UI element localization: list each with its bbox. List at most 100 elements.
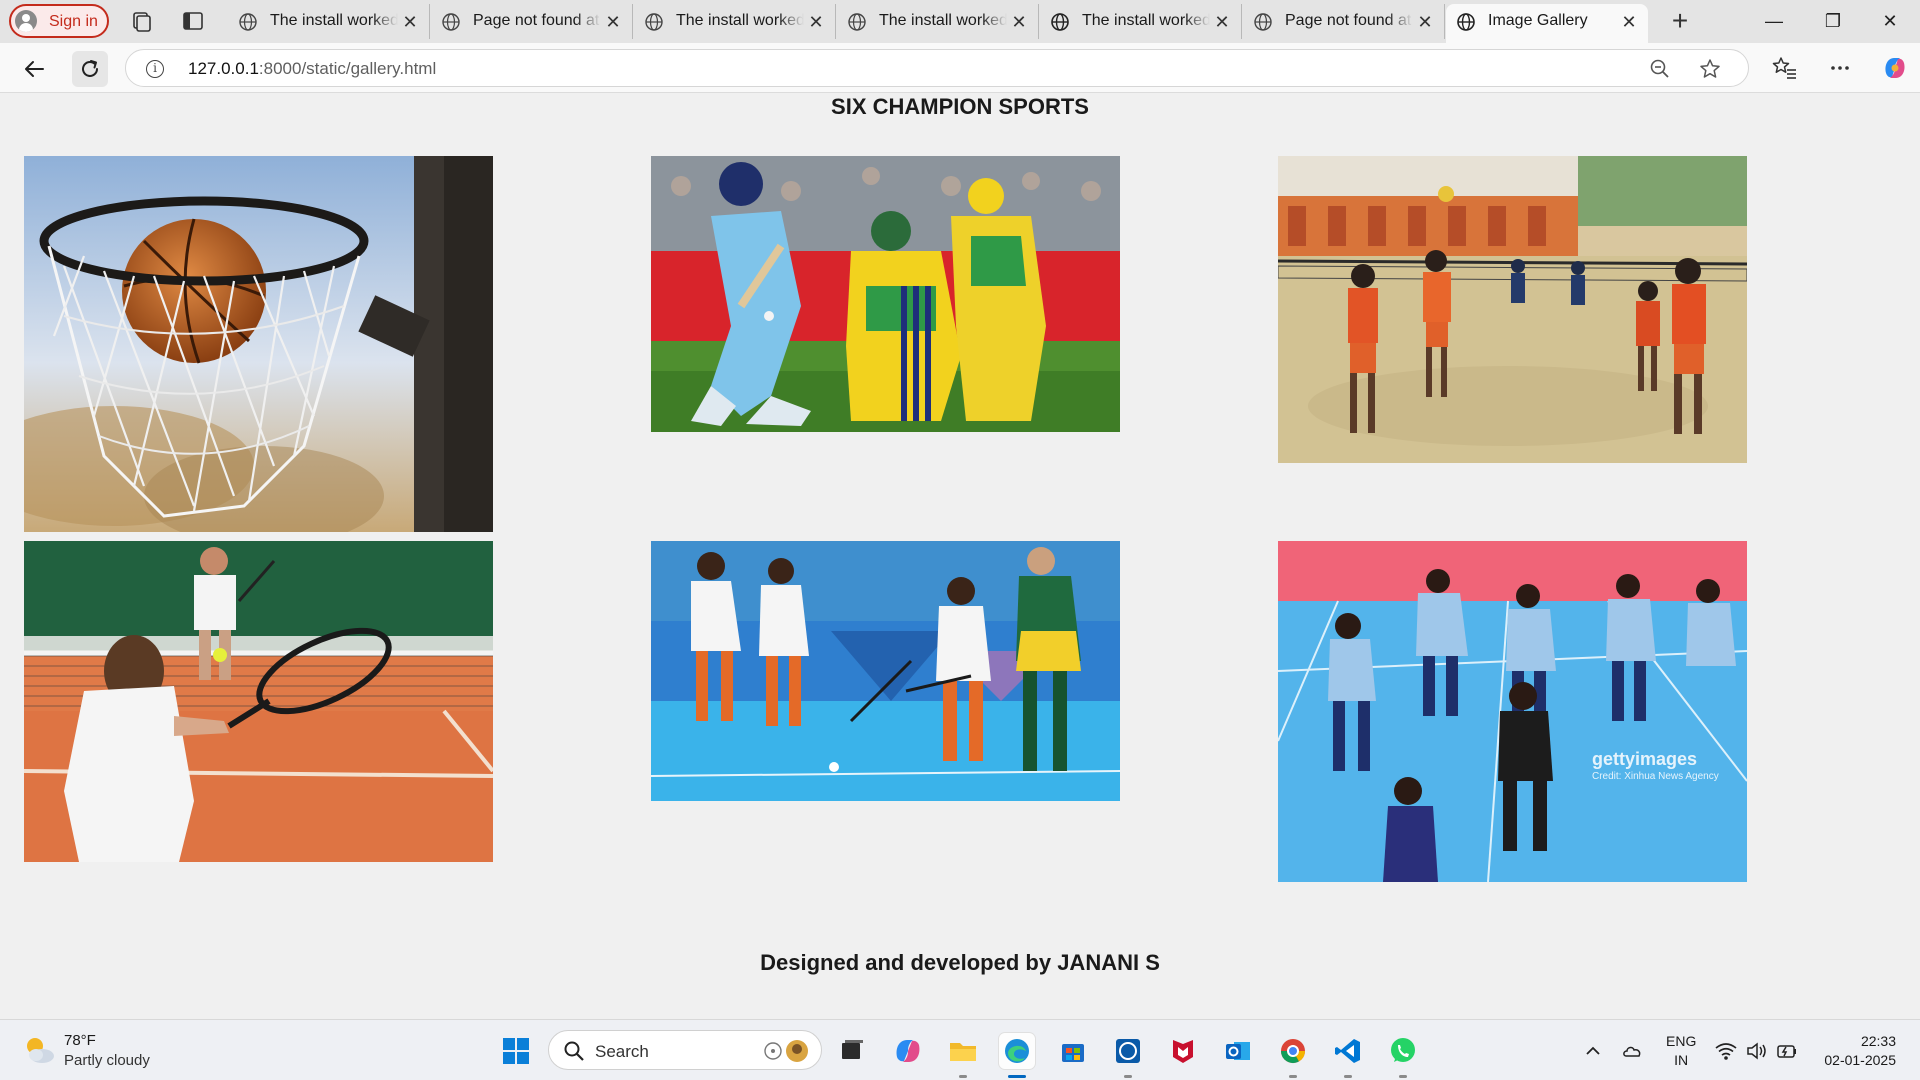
whatsapp-button[interactable] (1385, 1033, 1421, 1069)
vscode-icon (1335, 1039, 1360, 1063)
weather-desc[interactable]: Partly cloudy (64, 1052, 150, 1069)
tab-actions-icon[interactable] (181, 9, 205, 33)
tennis-image (24, 541, 493, 862)
globe-icon (1254, 13, 1272, 31)
close-tab-icon[interactable]: ✕ (1414, 11, 1436, 33)
zoom-out-icon[interactable] (1648, 57, 1672, 81)
tab-1[interactable]: Page not found at / ✕ (431, 4, 633, 39)
page-title: SIX CHAMPION SPORTS (831, 94, 1089, 119)
language-indicator[interactable]: ENG IN (1666, 1032, 1696, 1070)
favorite-star-icon[interactable] (1698, 57, 1722, 81)
basketball-image (24, 156, 493, 532)
cloud-sync-icon (1623, 1046, 1641, 1057)
partly-cloudy-icon[interactable] (22, 1033, 56, 1067)
chrome-icon (1281, 1039, 1305, 1064)
copilot-icon (896, 1040, 920, 1062)
restore-button[interactable]: ❐ (1805, 0, 1861, 43)
footer-credit: Designed and developed by JANANI S (760, 950, 1160, 975)
tab-3[interactable]: The install worked successfully! ✕ (837, 4, 1039, 39)
globe-icon (239, 13, 257, 31)
favorites-button[interactable] (1770, 53, 1800, 83)
copilot-button[interactable] (1880, 53, 1910, 83)
address-bar-row: i 127.0.0.1:8000/static/gallery.html (0, 43, 1920, 93)
dell-icon (1116, 1039, 1140, 1063)
tab-title: The install worked successfully! (270, 12, 398, 29)
mcafee-button[interactable] (1165, 1033, 1201, 1069)
tab-6-active[interactable]: Image Gallery ✕ (1446, 4, 1648, 43)
back-arrow-icon (25, 61, 44, 77)
battery-charging-icon (1777, 1045, 1796, 1058)
weather-temp[interactable]: 78°F (64, 1032, 96, 1049)
copilot-app-button[interactable] (890, 1033, 926, 1069)
battery-button[interactable] (1774, 1038, 1800, 1064)
taskbar-search[interactable]: Search (548, 1030, 822, 1070)
close-tab-icon[interactable]: ✕ (399, 11, 421, 33)
file-explorer-button[interactable] (945, 1033, 981, 1069)
close-tab-icon[interactable]: ✕ (805, 11, 827, 33)
vscode-button[interactable] (1330, 1033, 1366, 1069)
gallery-page: SIX CHAMPION SPORTS gettyimages Credit: … (0, 94, 1920, 1019)
wifi-icon (1715, 1043, 1737, 1060)
close-tab-icon[interactable]: ✕ (1618, 11, 1640, 33)
close-tab-icon[interactable]: ✕ (1211, 11, 1233, 33)
outlook-icon (1226, 1042, 1250, 1060)
globe-icon (1457, 13, 1475, 31)
tab-5[interactable]: Page not found at / ✕ (1243, 4, 1445, 39)
workspaces-icon[interactable] (129, 9, 153, 33)
search-label: Search (595, 1042, 649, 1061)
active-indicator (1008, 1075, 1026, 1078)
wifi-button[interactable] (1713, 1038, 1739, 1064)
tab-title: The install worked successfully! (676, 12, 804, 29)
dell-button[interactable] (1110, 1033, 1146, 1069)
url-input[interactable]: i 127.0.0.1:8000/static/gallery.html (125, 49, 1749, 87)
windows-start-icon[interactable] (502, 1037, 530, 1065)
credit-text: Credit: Xinhua News Agency (1592, 771, 1719, 782)
profile-avatar-icon (15, 10, 37, 32)
close-tab-icon[interactable]: ✕ (602, 11, 624, 33)
watermark-text: gettyimages (1592, 749, 1698, 769)
close-tab-icon[interactable]: ✕ (1008, 11, 1030, 33)
onedrive-button[interactable] (1620, 1038, 1646, 1064)
refresh-button[interactable] (72, 51, 108, 87)
volume-button[interactable] (1744, 1038, 1770, 1064)
clock[interactable]: 22:33 02-01-2025 (1824, 1032, 1896, 1070)
volume-icon (1747, 1042, 1766, 1060)
globe-icon (848, 13, 866, 31)
tab-title: The install worked successfully! (879, 12, 1007, 29)
tab-title: Image Gallery (1488, 12, 1588, 29)
taskbar: 78°F Partly cloudy Search ENG IN 22:33 02-… (0, 1019, 1920, 1080)
back-button[interactable] (16, 51, 52, 87)
task-view-button[interactable] (834, 1033, 870, 1069)
task-view-icon (842, 1040, 863, 1059)
store-button[interactable] (1055, 1033, 1091, 1069)
running-indicator (1289, 1075, 1297, 1078)
tab-4[interactable]: The install worked successfully! ✕ (1040, 4, 1242, 39)
tab-title: Page not found at / (1285, 12, 1413, 29)
show-hidden-icons-button[interactable] (1580, 1038, 1606, 1064)
site-info-icon[interactable]: i (146, 60, 164, 78)
settings-more-button[interactable] (1825, 53, 1855, 83)
tab-2[interactable]: The install worked successfully! ✕ (634, 4, 836, 39)
copilot-icon (1885, 58, 1905, 78)
edge-icon (1005, 1039, 1029, 1063)
tab-0[interactable]: The install worked successfully! ✕ (228, 4, 430, 39)
whatsapp-icon (1391, 1038, 1415, 1062)
minimize-button[interactable]: — (1746, 0, 1802, 43)
volleyball-image (1278, 156, 1747, 463)
outlook-button[interactable] (1220, 1033, 1256, 1069)
more-dots-icon (1831, 66, 1849, 70)
kabaddi-image: gettyimages Credit: Xinhua News Agency (1278, 541, 1747, 882)
tab-title: Page not found at / (473, 12, 601, 29)
chrome-button[interactable] (1275, 1033, 1311, 1069)
new-tab-button[interactable]: + (1664, 6, 1696, 38)
cricket-image (651, 156, 1120, 432)
edge-button[interactable] (999, 1033, 1035, 1069)
globe-icon (442, 13, 460, 31)
refresh-icon (82, 60, 98, 77)
favorites-list-icon (1772, 57, 1796, 79)
close-window-button[interactable]: ✕ (1862, 0, 1918, 43)
sign-in-button[interactable]: Sign in (9, 4, 109, 38)
running-indicator (1399, 1075, 1407, 1078)
hockey-image (651, 541, 1120, 801)
store-icon (1062, 1044, 1084, 1062)
